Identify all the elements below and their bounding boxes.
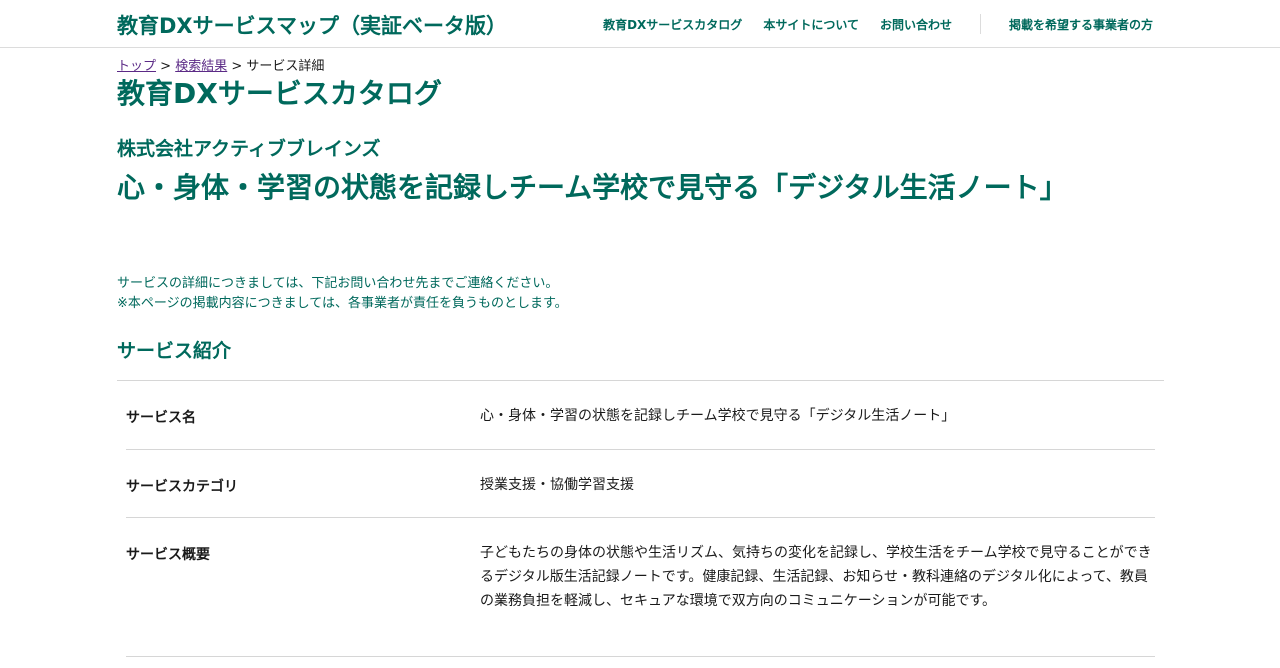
- nav-divider: [979, 14, 981, 34]
- detail-value: 子どもたちの身体の状態や生活リズム、気持ちの変化を記録し、学校生活をチーム学校で…: [480, 545, 1152, 609]
- service-title: 心・身体・学習の状態を記録しチーム学校で見守る「デジタル生活ノート」: [117, 171, 1068, 204]
- notice-text: サービスの詳細につきましては、下記お問い合わせ先までご連絡ください。 ※本ページ…: [117, 274, 568, 314]
- detail-label: サービス名: [126, 410, 196, 426]
- detail-row-service-name: サービス名 心・身体・学習の状態を記録しチーム学校で見守る「デジタル生活ノート」: [126, 381, 1155, 450]
- section-title: サービス紹介: [117, 340, 232, 362]
- detail-label: サービス概要: [126, 547, 210, 563]
- detail-label: サービスカテゴリ: [126, 479, 238, 495]
- nav-link-service-catalog[interactable]: 教育DXサービスカタログ: [603, 16, 742, 33]
- page-title: 教育DXサービスカタログ: [117, 77, 442, 110]
- global-nav: 教育DXサービスカタログ 本サイトについて お問い合わせ 掲載を希望する事業者の…: [603, 0, 1153, 48]
- notice-line: ※本ページの掲載内容につきましては、各事業者が責任を負うものとします。: [117, 296, 568, 311]
- nav-link-about[interactable]: 本サイトについて: [763, 16, 859, 33]
- site-title[interactable]: 教育DXサービスマップ（実証ベータ版）: [117, 10, 507, 40]
- detail-row-category: サービスカテゴリ 授業支援・協働学習支援: [126, 450, 1155, 518]
- nav-link-for-providers[interactable]: 掲載を希望する事業者の方: [1009, 16, 1153, 33]
- nav-link-contact[interactable]: お問い合わせ: [880, 16, 952, 33]
- detail-value: 授業支援・協働学習支援: [480, 477, 634, 493]
- site-header: 教育DXサービスマップ（実証ベータ版） 教育DXサービスカタログ 本サイトについ…: [0, 0, 1280, 48]
- notice-line: サービスの詳細につきましては、下記お問い合わせ先までご連絡ください。: [117, 276, 559, 291]
- detail-value: 心・身体・学習の状態を記録しチーム学校で見守る「デジタル生活ノート」: [480, 408, 956, 424]
- detail-row-overview: サービス概要 子どもたちの身体の状態や生活リズム、気持ちの変化を記録し、学校生活…: [126, 518, 1155, 657]
- company-name: 株式会社アクティブブレインズ: [117, 138, 381, 160]
